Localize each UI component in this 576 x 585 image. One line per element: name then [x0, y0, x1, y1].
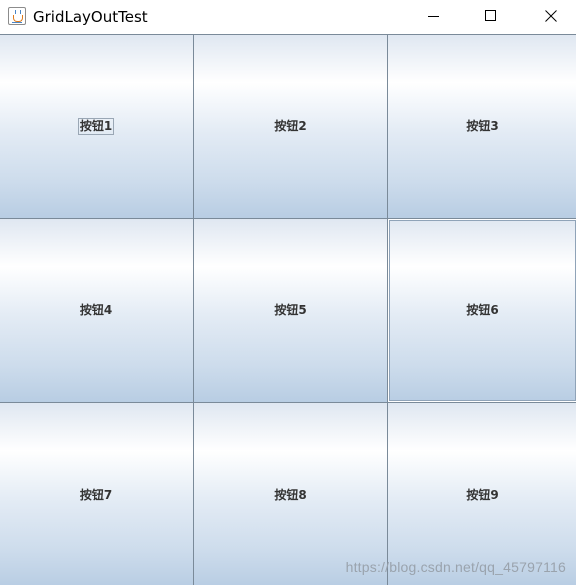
- close-icon: [545, 10, 557, 22]
- button-label: 按钮8: [274, 487, 307, 502]
- java-cup-icon[interactable]: [8, 7, 26, 25]
- grid-button-4[interactable]: 按钮4: [0, 218, 194, 403]
- window-title: GridLayOutTest: [33, 8, 148, 26]
- minimize-icon: [428, 16, 439, 17]
- button-label: 按钮6: [466, 303, 499, 317]
- minimize-button[interactable]: [411, 0, 457, 32]
- watermark-text: https://blog.csdn.net/qq_45797116: [345, 559, 566, 575]
- button-label: 按钮9: [466, 487, 499, 502]
- grid-button-3[interactable]: 按钮3: [387, 34, 576, 219]
- grid-button-9[interactable]: 按钮9: [387, 402, 576, 585]
- maximize-button[interactable]: [468, 0, 514, 32]
- title-bar: GridLayOutTest: [0, 0, 576, 35]
- grid-button-1[interactable]: 按钮1: [0, 34, 194, 219]
- button-label: 按钮4: [79, 303, 113, 317]
- button-label: 按钮5: [274, 303, 307, 317]
- grid-button-8[interactable]: 按钮8: [193, 402, 388, 585]
- grid-panel: 按钮1 按钮2 按钮3 按钮4 按钮5 按钮6 按钮7 按钮8 按钮9: [0, 34, 576, 585]
- grid-button-5[interactable]: 按钮5: [193, 218, 388, 403]
- close-button[interactable]: [528, 0, 574, 32]
- button-label: 按钮7: [79, 487, 113, 502]
- grid-button-6[interactable]: 按钮6: [387, 218, 576, 403]
- maximize-icon: [485, 10, 496, 21]
- button-label: 按钮1: [77, 118, 115, 135]
- grid-button-2[interactable]: 按钮2: [193, 34, 388, 219]
- button-label: 按钮2: [274, 119, 307, 133]
- button-label: 按钮3: [466, 119, 499, 133]
- grid-button-7[interactable]: 按钮7: [0, 402, 194, 585]
